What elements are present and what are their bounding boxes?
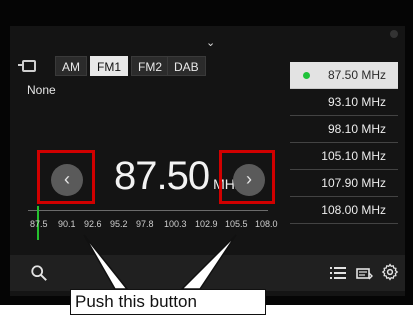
scale-label: 97.8: [136, 219, 154, 229]
preset-list: 87.50 MHz 93.10 MHz 98.10 MHz 105.10 MHz…: [290, 62, 398, 224]
list-icon[interactable]: [330, 266, 346, 280]
scale-label: 102.9: [195, 219, 218, 229]
radio-source-icon[interactable]: [355, 264, 373, 282]
station-name: None: [27, 83, 56, 97]
preset-label: 105.10 MHz: [321, 149, 386, 163]
callout-text: Push this button: [70, 289, 266, 315]
scale-label: 100.3: [164, 219, 187, 229]
current-frequency-value: 87.50: [114, 154, 210, 198]
scale-label: 92.6: [84, 219, 102, 229]
preset-item-6[interactable]: 108.00 MHz: [290, 197, 398, 224]
prev-button-highlight: [37, 150, 95, 204]
preset-label: 107.90 MHz: [321, 176, 386, 190]
band-dab-button[interactable]: DAB: [167, 56, 206, 76]
scale-label: 95.2: [110, 219, 128, 229]
preset-label: 98.10 MHz: [327, 122, 386, 136]
tuning-scale-line: [28, 210, 268, 211]
preset-item-1[interactable]: 87.50 MHz: [290, 62, 398, 89]
preset-item-5[interactable]: 107.90 MHz: [290, 170, 398, 197]
preset-item-2[interactable]: 93.10 MHz: [290, 89, 398, 116]
preset-label: 108.00 MHz: [321, 203, 386, 217]
search-icon[interactable]: [30, 264, 48, 282]
preset-item-4[interactable]: 105.10 MHz: [290, 143, 398, 170]
scale-label: 108.0: [255, 219, 278, 229]
band-fm1-button[interactable]: FM1: [90, 56, 128, 76]
chevron-down-icon[interactable]: ⌄: [206, 36, 215, 49]
preset-item-3[interactable]: 98.10 MHz: [290, 116, 398, 143]
band-fm2-button[interactable]: FM2: [131, 56, 169, 76]
band-am-button[interactable]: AM: [55, 56, 87, 76]
scale-label: 105.5: [225, 219, 248, 229]
active-indicator-icon: [303, 72, 310, 79]
scale-label: 90.1: [58, 219, 76, 229]
preset-label: 87.50 MHz: [327, 68, 386, 82]
status-dot: [390, 30, 398, 38]
preset-label: 93.10 MHz: [327, 95, 386, 109]
gear-icon[interactable]: [381, 263, 399, 281]
scale-label: 87.5: [30, 219, 48, 229]
source-icon[interactable]: [18, 60, 36, 72]
next-button-highlight: [219, 150, 275, 204]
